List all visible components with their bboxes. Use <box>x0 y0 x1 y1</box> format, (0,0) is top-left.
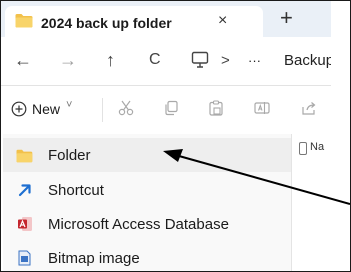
folder-icon <box>16 149 33 163</box>
rename-icon[interactable] <box>254 100 270 116</box>
plus-circle-icon <box>11 101 27 117</box>
menu-item-label: Shortcut <box>48 182 104 199</box>
paste-icon[interactable] <box>208 100 224 116</box>
menu-item-shortcut[interactable]: Shortcut <box>3 173 291 207</box>
share-icon[interactable] <box>301 100 317 116</box>
column-header-checkbox-icon <box>299 142 307 155</box>
close-tab-icon[interactable]: × <box>218 12 227 30</box>
copy-icon[interactable] <box>163 100 179 116</box>
menu-item-access-database[interactable]: Microsoft Access Database <box>3 207 291 241</box>
menu-item-label: Microsoft Access Database <box>48 216 229 233</box>
access-icon <box>18 217 32 231</box>
toolbar-divider <box>102 98 103 122</box>
menu-item-folder[interactable]: Folder <box>3 138 291 172</box>
breadcrumb-separator: > <box>221 52 230 69</box>
menu-item-label: Bitmap image <box>48 250 140 267</box>
new-tab-button[interactable]: + <box>280 7 293 29</box>
new-button-label: New <box>32 101 61 117</box>
chevron-down-icon: ˅ <box>66 99 73 111</box>
menu-item-label: Folder <box>48 147 91 164</box>
this-pc-icon[interactable] <box>191 51 209 69</box>
tab-title: 2024 back up folder <box>41 15 172 31</box>
command-bar: New ˅ <box>1 86 331 132</box>
name-column-header[interactable]: Na <box>310 141 324 153</box>
menu-item-bitmap-image[interactable]: Bitmap image <box>3 241 291 271</box>
shortcut-icon <box>18 184 31 197</box>
back-button[interactable]: ← <box>14 50 32 70</box>
folder-icon <box>15 14 33 28</box>
forward-button[interactable]: → <box>59 50 77 70</box>
refresh-button[interactable]: C <box>149 50 161 70</box>
breadcrumb-current[interactable]: Backup <box>284 52 334 69</box>
tab-strip: 2024 back up folder × + <box>1 1 331 37</box>
up-button[interactable]: ↑ <box>106 50 115 70</box>
window-edge <box>331 1 350 271</box>
navigation-bar: ← → ↑ C > ··· Backup <box>1 37 334 85</box>
tab-2024-back-up-folder[interactable]: 2024 back up folder × <box>5 6 263 37</box>
cut-icon[interactable] <box>118 100 134 116</box>
bitmap-icon <box>18 250 31 266</box>
new-item-menu: Folder Shortcut Microsoft Access Databas… <box>3 134 292 271</box>
more-breadcrumbs-button[interactable]: ··· <box>248 53 261 68</box>
file-explorer-window: 2024 back up folder × + ← → ↑ C > ··· Ba… <box>0 0 351 272</box>
